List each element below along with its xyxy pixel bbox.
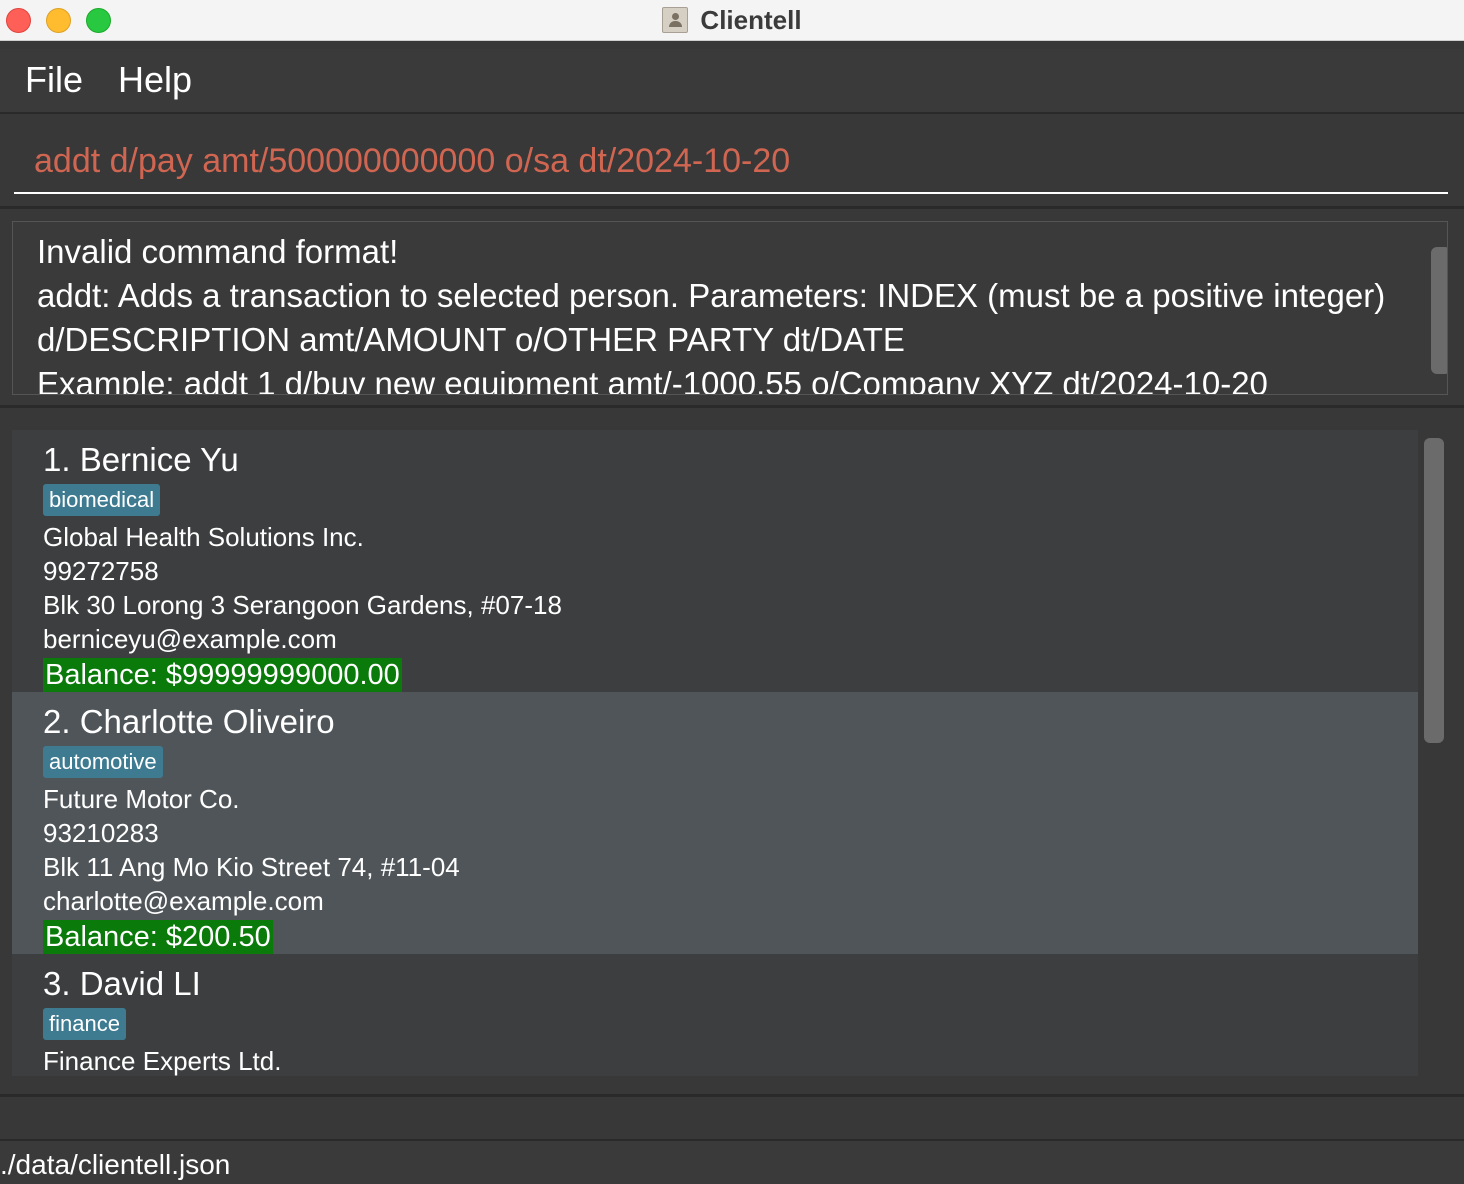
status-bar: ./data/clientell.json: [0, 1141, 1464, 1184]
person-card-selected[interactable]: 2. Charlotte Oliveiro automotive Future …: [12, 692, 1418, 954]
person-card[interactable]: 1. Bernice Yu biomedical Global Health S…: [12, 430, 1418, 692]
person-company: Future Motor Co.: [43, 784, 240, 814]
person-email: charlotte@example.com: [43, 886, 324, 916]
status-spacer: [0, 1097, 1464, 1141]
person-tag: finance: [43, 1008, 126, 1040]
person-list-panel: 1. Bernice Yu biomedical Global Health S…: [0, 408, 1464, 1097]
person-name: 3. David LI: [43, 965, 201, 1002]
person-tag: biomedical: [43, 484, 161, 516]
person-email: berniceyu@example.com: [43, 624, 337, 654]
title-bar[interactable]: Clientell: [0, 0, 1464, 41]
app-window: Clientell File Help Invalid command form…: [0, 0, 1464, 1184]
title-wrap: Clientell: [0, 0, 1464, 40]
person-name: 1. Bernice Yu: [43, 441, 239, 478]
result-scrollbar-thumb[interactable]: [1431, 247, 1447, 374]
menu-file[interactable]: File: [25, 59, 83, 101]
person-tag: automotive: [43, 746, 163, 778]
result-display-area: Invalid command format! addt: Adds a tra…: [0, 209, 1464, 408]
menu-help[interactable]: Help: [118, 59, 192, 101]
person-address: Blk 11 Ang Mo Kio Street 74, #11-04: [43, 852, 460, 882]
person-card[interactable]: 3. David LI finance Finance Experts Ltd.: [12, 954, 1418, 1076]
person-list[interactable]: 1. Bernice Yu biomedical Global Health S…: [12, 430, 1418, 1076]
person-balance: Balance: $99999999000.00: [43, 658, 402, 692]
person-company: Global Health Solutions Inc.: [43, 522, 364, 552]
person-address: Blk 30 Lorong 3 Serangoon Gardens, #07-1…: [43, 590, 562, 620]
list-scrollbar-thumb[interactable]: [1424, 438, 1444, 743]
result-message: Invalid command format! addt: Adds a tra…: [37, 233, 1386, 395]
contacts-app-icon: [662, 7, 689, 33]
person-phone: 93210283: [43, 818, 159, 848]
result-display[interactable]: Invalid command format! addt: Adds a tra…: [12, 221, 1448, 395]
command-input[interactable]: [14, 130, 1448, 194]
person-company: Finance Experts Ltd.: [43, 1046, 282, 1076]
window-title: Clientell: [700, 4, 802, 35]
person-name: 2. Charlotte Oliveiro: [43, 703, 335, 740]
command-box-area: [0, 114, 1464, 209]
person-balance: Balance: $200.50: [43, 920, 273, 954]
menu-bar: File Help: [0, 49, 1464, 114]
person-phone: 99272758: [43, 556, 159, 586]
data-file-path: ./data/clientell.json: [0, 1149, 231, 1180]
